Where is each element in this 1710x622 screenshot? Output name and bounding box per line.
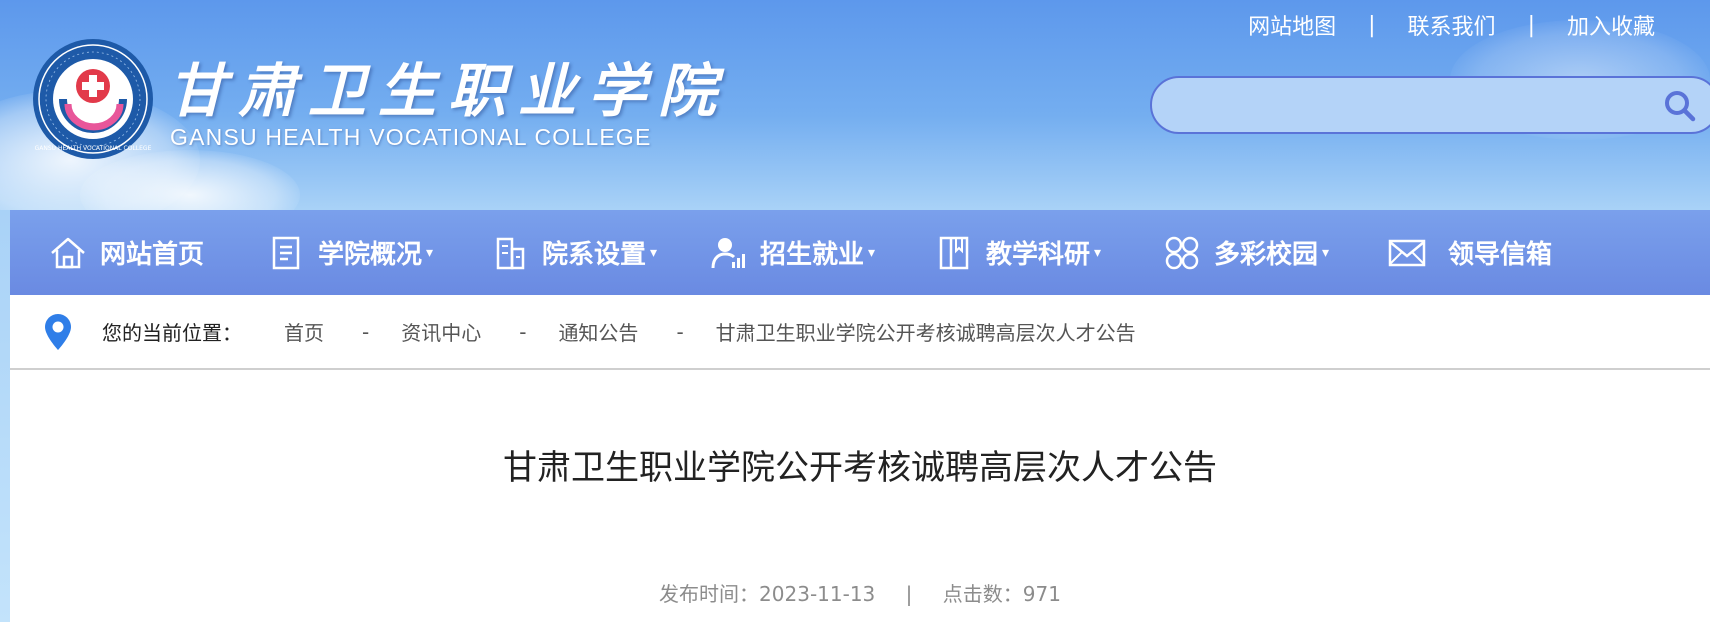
chevron-down-icon: ▾ bbox=[650, 244, 658, 261]
book-icon bbox=[939, 236, 969, 269]
person-chart-icon bbox=[711, 237, 745, 268]
nav-label: 学院概况 bbox=[318, 240, 423, 270]
nav-label: 院系设置 bbox=[542, 240, 647, 270]
nav-label: 网站首页 bbox=[100, 240, 205, 270]
chevron-down-icon: ▾ bbox=[1322, 244, 1330, 261]
main-nav: 网站首页 学院概况 ▾ 院系设置 ▾ 招生就业 ▾ 教学科研 ▾ 多彩校园 ▾ 领导信箱 bbox=[10, 210, 1710, 295]
click-count: 971 bbox=[1022, 582, 1061, 606]
article-title: 甘肃卫生职业学院公开考核诚聘高层次人才公告 bbox=[503, 448, 1217, 488]
search-input[interactable] bbox=[1176, 88, 1646, 124]
publish-time-label: 发布时间： bbox=[659, 582, 760, 606]
meta-separator: | bbox=[905, 582, 913, 606]
nav-label: 教学科研 bbox=[986, 240, 1091, 270]
top-link-separator: | bbox=[1368, 12, 1376, 38]
contact-us-link[interactable]: 联系我们 bbox=[1408, 9, 1496, 41]
nav-label: 领导信箱 bbox=[1448, 240, 1553, 270]
nav-item-departments[interactable]: 院系设置 ▾ bbox=[490, 210, 657, 295]
site-header: GANSU HEALTH VOCATIONAL COLLEGE 甘肃卫生职业学院… bbox=[0, 0, 1710, 210]
breadcrumb-current: 甘肃卫生职业学院公开考核诚聘高层次人才公告 bbox=[715, 321, 1136, 345]
breadcrumb-notice-link[interactable]: 通知公告 bbox=[558, 317, 638, 346]
breadcrumb-separator: - bbox=[362, 319, 370, 344]
search-icon[interactable] bbox=[1662, 88, 1698, 124]
logo-ring-text: GANSU HEALTH VOCATIONAL COLLEGE bbox=[35, 145, 152, 152]
breadcrumb-home-link[interactable]: 首页 bbox=[284, 317, 324, 346]
chevron-down-icon: ▾ bbox=[868, 244, 876, 261]
breadcrumb-separator: - bbox=[519, 319, 527, 344]
college-name-cn: 甘肃卫生职业学院 bbox=[168, 57, 729, 125]
nav-label: 多彩校园 bbox=[1214, 240, 1319, 270]
college-name-en: GANSU HEALTH VOCATIONAL COLLEGE bbox=[170, 124, 652, 150]
home-icon bbox=[51, 237, 85, 268]
article-meta: 发布时间：2023-11-13 | 点击数：971 bbox=[10, 578, 1710, 607]
nav-item-admissions[interactable]: 招生就业 ▾ bbox=[708, 210, 875, 295]
breadcrumb: 您的当前位置： 首页 - 资讯中心 - 通知公告 - 甘肃卫生职业学院公开考核诚… bbox=[10, 295, 1710, 370]
nav-item-about[interactable]: 学院概况 ▾ bbox=[266, 210, 433, 295]
side-decoration-strip bbox=[0, 210, 10, 622]
grid-icon bbox=[1165, 236, 1199, 269]
breadcrumb-news-link[interactable]: 资讯中心 bbox=[401, 317, 481, 346]
site-map-link[interactable]: 网站地图 bbox=[1248, 9, 1336, 41]
nav-item-mailbox[interactable]: 领导信箱 bbox=[1384, 210, 1552, 295]
location-pin-icon bbox=[45, 313, 71, 350]
top-link-separator: | bbox=[1527, 12, 1535, 38]
nav-item-teaching[interactable]: 教学科研 ▾ bbox=[934, 210, 1101, 295]
chevron-down-icon: ▾ bbox=[1094, 244, 1102, 261]
publish-date: 2023-11-13 bbox=[759, 582, 876, 606]
chevron-down-icon: ▾ bbox=[426, 244, 434, 261]
nav-item-campus[interactable]: 多彩校园 ▾ bbox=[1162, 210, 1329, 295]
breadcrumb-label: 您的当前位置： bbox=[102, 321, 242, 345]
mail-icon bbox=[1388, 239, 1426, 266]
click-count-label: 点击数： bbox=[942, 582, 1023, 606]
top-links: 网站地图 | 联系我们 | 加入收藏 bbox=[1248, 9, 1655, 41]
nav-item-home[interactable]: 网站首页 bbox=[48, 210, 204, 295]
add-favorite-link[interactable]: 加入收藏 bbox=[1567, 9, 1655, 41]
nav-label: 招生就业 bbox=[760, 240, 865, 270]
breadcrumb-separator: - bbox=[676, 319, 684, 344]
college-logo: GANSU HEALTH VOCATIONAL COLLEGE bbox=[32, 38, 154, 160]
search-box bbox=[1150, 76, 1710, 134]
document-icon bbox=[272, 236, 300, 269]
building-icon bbox=[496, 237, 525, 269]
